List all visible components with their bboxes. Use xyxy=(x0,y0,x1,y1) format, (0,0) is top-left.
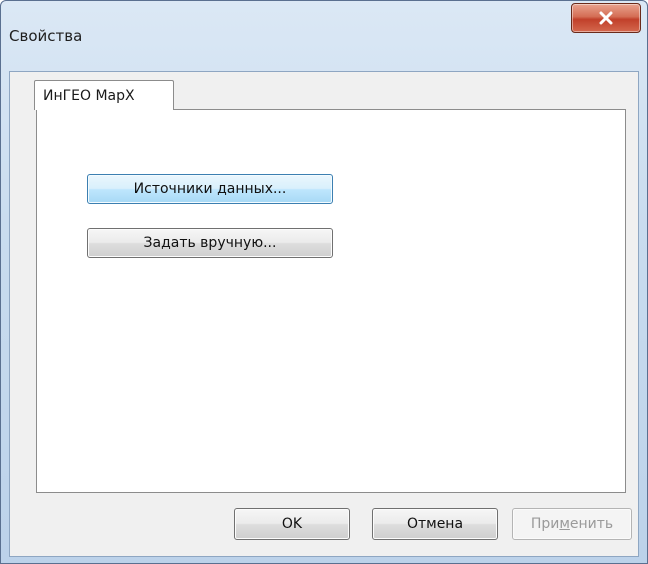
tab-ingeo-mapx[interactable]: ИнГЕО MapX xyxy=(34,80,174,110)
ok-button[interactable]: OK xyxy=(234,508,350,540)
apply-label-start: При xyxy=(530,516,560,532)
data-sources-button[interactable]: Источники данных... xyxy=(87,174,333,204)
properties-dialog: Свойства ИнГЕО MapX Источники данных... … xyxy=(0,0,648,564)
close-button[interactable] xyxy=(571,3,641,33)
cancel-button[interactable]: Отмена xyxy=(372,508,498,540)
apply-label-mnemonic: м xyxy=(559,516,570,532)
apply-label-end: енить xyxy=(569,516,614,532)
dialog-client-area: ИнГЕО MapX Источники данных... Задать вр… xyxy=(9,71,639,557)
window-title: Свойства xyxy=(9,27,83,45)
set-manually-button[interactable]: Задать вручную... xyxy=(87,228,333,258)
apply-button[interactable]: Применить xyxy=(512,508,632,540)
close-x-icon xyxy=(599,11,613,25)
tab-panel: Источники данных... Задать вручную... xyxy=(36,109,626,493)
title-bar[interactable]: Свойства xyxy=(1,1,647,71)
